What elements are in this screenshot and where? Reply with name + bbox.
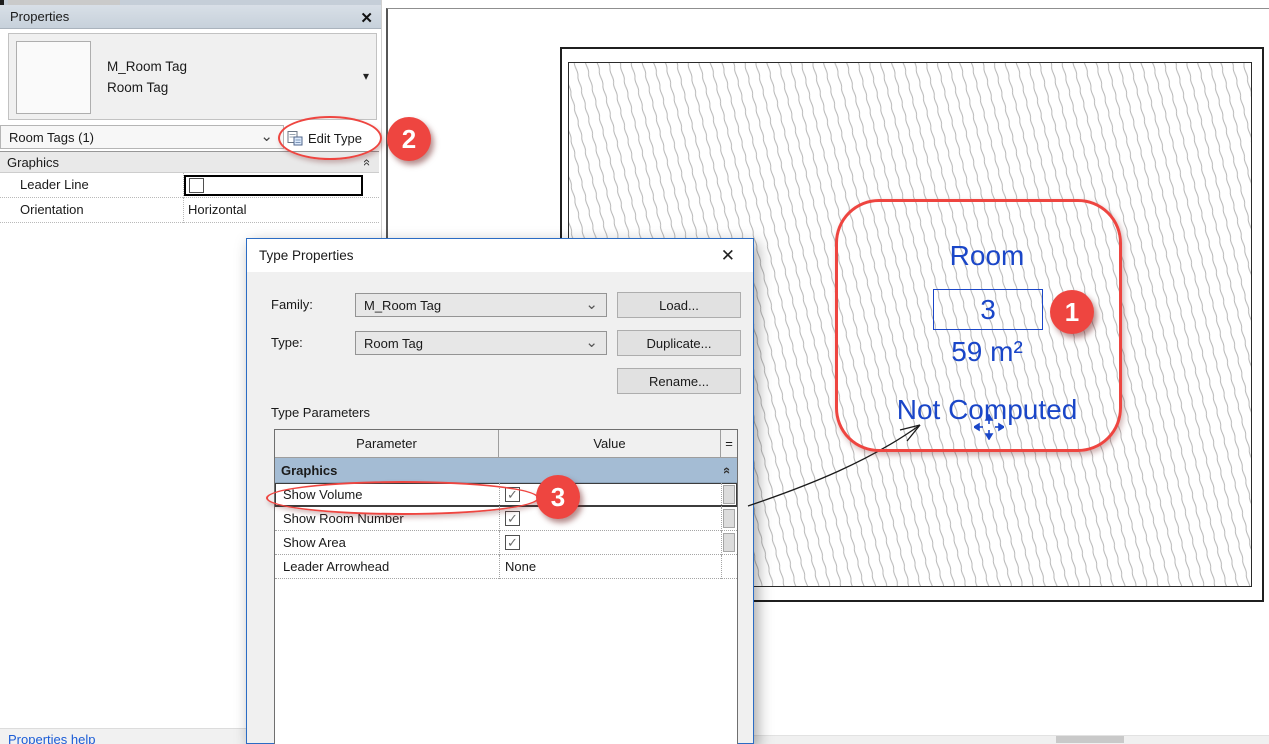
type-combo[interactable]: Room Tag ⌄: [355, 331, 607, 355]
type-thumbnail: [16, 41, 91, 114]
horizontal-scrollbar-thumb[interactable]: [1056, 736, 1124, 743]
eq-column: [721, 531, 737, 555]
annotation-circle-2: [278, 116, 382, 160]
duplicate-button-label: Duplicate...: [646, 336, 711, 351]
leader-arrowhead-value: None: [505, 559, 536, 574]
type-combo-value: Room Tag: [364, 336, 423, 351]
annotation-badge-2: 2: [387, 117, 431, 161]
column-separator: [183, 198, 184, 223]
close-icon[interactable]: ✕: [360, 9, 373, 27]
header-value-label: Value: [593, 436, 625, 451]
annotation-badge-3: 3: [536, 475, 580, 519]
revit-app-window: Room 3 59 m² Not Computed 1 Properties ✕: [0, 0, 1269, 744]
row-leader-arrowhead[interactable]: Leader Arrowhead None: [275, 555, 737, 579]
header-eq: =: [721, 430, 737, 458]
header-parameter: Parameter: [275, 430, 499, 458]
type-parameters-label: Type Parameters: [271, 405, 370, 420]
show-room-number-value-cell: ✓: [499, 507, 721, 531]
graphics-section-row[interactable]: Graphics «: [275, 458, 737, 483]
leader-line-checkbox[interactable]: [189, 178, 204, 193]
show-area-value-cell: ✓: [499, 531, 721, 555]
row-show-area[interactable]: Show Area ✓: [275, 531, 737, 555]
chevron-down-icon: ⌄: [260, 127, 273, 145]
leader-line-value-cell[interactable]: [184, 175, 363, 196]
eq-column: [721, 507, 737, 531]
collapse-icon[interactable]: «: [360, 158, 375, 165]
leader-line-label: Leader Line: [20, 177, 89, 192]
type-label: Type:: [271, 335, 303, 350]
type-selector[interactable]: M_Room Tag Room Tag ▾: [8, 33, 377, 120]
chevron-down-icon: ⌄: [585, 295, 598, 313]
annotation-badge-1: 1: [1050, 290, 1094, 334]
element-filter-label: Room Tags (1): [9, 130, 94, 145]
close-icon[interactable]: ✕: [721, 246, 735, 266]
header-parameter-label: Parameter: [356, 436, 417, 451]
orientation-value[interactable]: Horizontal: [188, 202, 247, 217]
graphics-section-label: Graphics: [7, 155, 59, 170]
show-area-checkbox[interactable]: ✓: [505, 535, 520, 550]
show-room-number-checkbox[interactable]: ✓: [505, 511, 520, 526]
associate-parameter-button[interactable]: [723, 509, 735, 528]
property-row-orientation: Orientation Horizontal: [0, 198, 379, 223]
graphics-section-label: Graphics: [281, 463, 337, 478]
eq-column: [721, 555, 737, 579]
collapse-icon[interactable]: «: [720, 466, 735, 473]
type-parameters-table: Parameter Value = Graphics « Show Volume…: [274, 429, 738, 744]
type-selector-family: M_Room Tag: [107, 59, 187, 74]
family-label: Family:: [271, 297, 313, 312]
leader-arrowhead-label: Leader Arrowhead: [283, 559, 389, 574]
annotation-circle-3: [266, 481, 539, 515]
duplicate-button[interactable]: Duplicate...: [617, 330, 741, 356]
properties-help-link[interactable]: Properties help: [8, 732, 95, 744]
eq-column: [721, 483, 737, 507]
associate-parameter-button[interactable]: [723, 533, 735, 552]
badge-1-number: 1: [1065, 297, 1079, 328]
dialog-title: Type Properties: [259, 248, 354, 263]
properties-panel-title: Properties: [10, 9, 69, 24]
element-filter-combo[interactable]: Room Tags (1) ⌄: [0, 125, 284, 149]
header-eq-label: =: [725, 436, 733, 451]
badge-2-number: 2: [402, 124, 416, 155]
chevron-down-icon: ⌄: [585, 333, 598, 351]
rename-button-label: Rename...: [649, 374, 709, 389]
rename-button[interactable]: Rename...: [617, 368, 741, 394]
type-selector-type: Room Tag: [107, 80, 168, 95]
caret-down-icon[interactable]: ▾: [363, 69, 369, 83]
leader-arrowhead-value-cell[interactable]: None: [499, 555, 721, 579]
badge-3-number: 3: [551, 482, 565, 513]
orientation-label: Orientation: [20, 202, 84, 217]
check-icon: ✓: [507, 511, 518, 527]
show-area-label: Show Area: [283, 535, 346, 550]
load-button[interactable]: Load...: [617, 292, 741, 318]
header-value: Value: [499, 430, 721, 458]
family-combo-value: M_Room Tag: [364, 298, 441, 313]
associate-parameter-button[interactable]: [723, 485, 735, 504]
check-icon: ✓: [507, 535, 518, 551]
dialog-titlebar[interactable]: Type Properties ✕: [247, 239, 753, 272]
load-button-label: Load...: [659, 298, 699, 313]
family-combo[interactable]: M_Room Tag ⌄: [355, 293, 607, 317]
properties-panel-titlebar: Properties ✕: [0, 5, 381, 29]
